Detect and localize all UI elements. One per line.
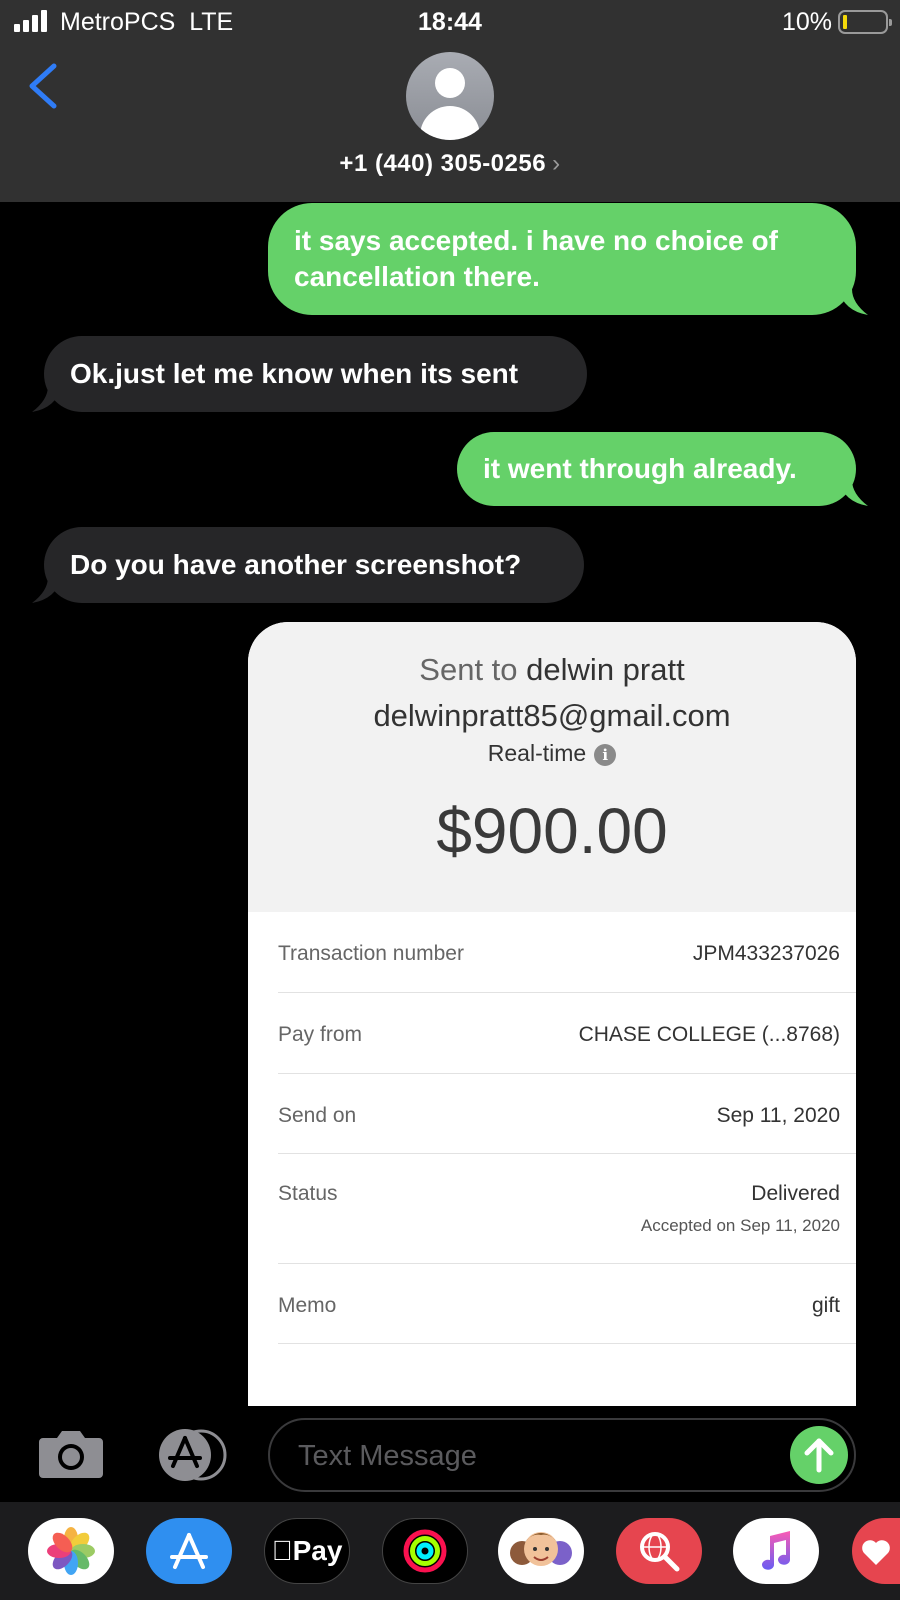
imessage-app-drawer: Pay: [0, 1502, 900, 1600]
sent-to-label: Sent to: [419, 652, 518, 687]
detail-value: CHASE COLLEGE (...8768): [578, 1023, 840, 1046]
detail-value: gift: [811, 1294, 840, 1317]
message-text: it says accepted. i have no choice of ca…: [294, 225, 778, 292]
detail-value: Delivered: [751, 1182, 840, 1205]
back-button[interactable]: [22, 58, 66, 114]
recipient-email: delwinpratt85@gmail.com: [373, 698, 731, 733]
message-text: Do you have another screenshot?: [70, 549, 522, 580]
memoji-app-button[interactable]: [498, 1518, 584, 1584]
battery-percent: 10%: [781, 8, 832, 36]
photos-app-button[interactable]: [28, 1518, 114, 1584]
payment-summary: Sent to delwin pratt delwinpratt85@gmail…: [248, 622, 856, 912]
detail-label: Status: [278, 1182, 338, 1205]
arrow-up-icon: [804, 1438, 834, 1473]
photos-icon: [47, 1527, 95, 1575]
detail-row-pay-from: Pay from CHASE COLLEGE (...8768): [278, 993, 856, 1074]
battery-fill: [843, 15, 847, 29]
message-input[interactable]: [268, 1418, 856, 1492]
battery-icon: [838, 10, 892, 34]
heart-icon: [862, 1540, 890, 1565]
avatar-body: [420, 106, 480, 140]
detail-value: JPM433237026: [692, 942, 840, 965]
bubble-tail: [32, 386, 62, 412]
message-bubble-sent[interactable]: it says accepted. i have no choice of ca…: [268, 203, 868, 315]
clock: 18:44: [418, 8, 482, 36]
status-detail: Accepted on Sep 11, 2020: [640, 1216, 840, 1235]
music-app-button[interactable]: [733, 1518, 819, 1584]
detail-label: Transaction number: [278, 942, 464, 965]
message-bubble-received[interactable]: Ok.just let me know when its sent: [32, 336, 587, 412]
send-button[interactable]: [790, 1426, 848, 1484]
camera-icon: [39, 1431, 103, 1478]
activity-app-button[interactable]: [382, 1518, 468, 1584]
text-message-field[interactable]: [298, 1434, 768, 1478]
message-bubble-received[interactable]: Do you have another screenshot?: [32, 527, 584, 603]
camera-button[interactable]: [37, 1428, 105, 1480]
detail-label: Send on: [278, 1104, 357, 1127]
app-store-app-button[interactable]: [146, 1518, 232, 1584]
apple-pay-icon: Pay: [272, 1535, 343, 1566]
bubble-tail: [838, 480, 868, 506]
activity-icon: [403, 1529, 447, 1573]
payment-screenshot-attachment[interactable]: Sent to delwin pratt delwinpratt85@gmail…: [248, 622, 856, 1406]
app-store-button[interactable]: [153, 1428, 231, 1482]
app-store-icon: [170, 1533, 208, 1569]
payment-speed: Real-time i: [248, 740, 856, 767]
contact-name-button[interactable]: +1 (440) 305-0256 ›: [0, 150, 900, 178]
contact-phone-number: +1 (440) 305-0256: [339, 150, 547, 177]
detail-row-transaction-number: Transaction number JPM433237026: [278, 912, 856, 993]
recipient-name: delwin pratt: [526, 652, 685, 687]
contact-avatar[interactable]: [406, 52, 494, 140]
chevron-left-icon: [29, 63, 57, 109]
message-bubble-sent[interactable]: it went through already.: [457, 432, 868, 506]
detail-value: Sep 11, 2020: [716, 1104, 840, 1127]
detail-label: Memo: [278, 1294, 337, 1317]
message-text: Ok.just let me know when its sent: [70, 358, 519, 389]
music-note-icon: [762, 1531, 790, 1570]
image-search-app-button[interactable]: [616, 1518, 702, 1584]
heart-app-button[interactable]: [852, 1518, 900, 1584]
message-text: it went through already.: [483, 453, 797, 484]
image-search-icon: [640, 1532, 680, 1572]
detail-row-memo: Memo gift: [278, 1264, 856, 1344]
sent-to-line: Sent to delwin pratt: [248, 652, 856, 688]
bubble-tail: [32, 577, 62, 603]
apple-pay-app-button[interactable]: Pay: [264, 1518, 350, 1584]
conversation-header: MetroPCS LTE 18:44 10% +1 (440) 305-0256…: [0, 0, 900, 202]
info-icon: i: [594, 744, 617, 766]
avatar-head: [435, 68, 465, 98]
detail-row-send-on: Send on Sep 11, 2020: [278, 1074, 856, 1154]
payment-speed-label: Real-time: [487, 740, 587, 766]
payment-amount: $900.00: [436, 795, 668, 867]
app-store-icon: [159, 1429, 227, 1481]
memoji-icon: [510, 1532, 572, 1566]
bubble-tail: [838, 289, 868, 315]
detail-row-status: Status Delivered Accepted on Sep 11, 202…: [278, 1154, 856, 1264]
detail-label: Pay from: [278, 1023, 363, 1046]
status-bar: MetroPCS LTE 18:44 10%: [0, 0, 900, 44]
chevron-right-icon: ›: [552, 150, 561, 177]
